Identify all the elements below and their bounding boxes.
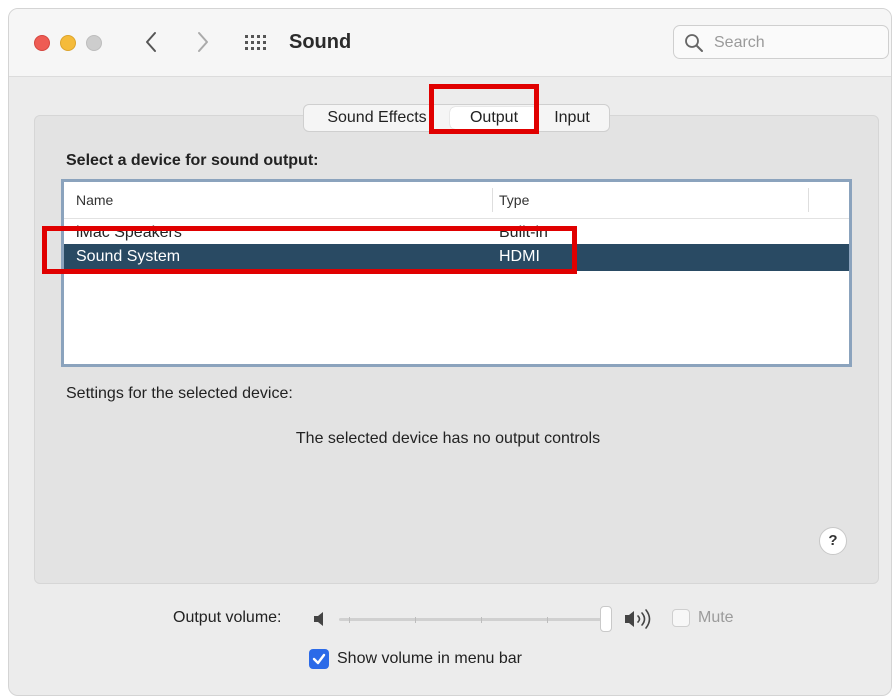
search-icon	[685, 34, 703, 52]
checkmark-icon	[312, 653, 326, 665]
forward-button[interactable]	[189, 27, 217, 57]
tab-sound-effects[interactable]: Sound Effects	[314, 105, 440, 131]
sound-preferences-window: Sound Sound Effects Output Input Select …	[8, 8, 892, 696]
mute-checkbox[interactable]	[672, 609, 690, 627]
close-window-button[interactable]	[34, 35, 50, 51]
table-row[interactable]: iMac Speakers Built-in	[64, 218, 849, 244]
slider-tick	[547, 617, 548, 623]
show-volume-label: Show volume in menu bar	[337, 650, 522, 667]
slider-tick	[349, 617, 350, 623]
minimize-window-button[interactable]	[60, 35, 76, 51]
device-type: HDMI	[499, 248, 540, 265]
slider-tick	[415, 617, 416, 623]
toolbar: Sound	[9, 9, 891, 77]
grid-icon	[245, 35, 266, 50]
settings-label: Settings for the selected device:	[66, 385, 293, 402]
zoom-window-button[interactable]	[86, 35, 102, 51]
window-title: Sound	[289, 31, 352, 53]
output-device-table[interactable]: Name Type iMac Speakers Built-in Sound S…	[61, 179, 852, 367]
column-divider[interactable]	[492, 188, 493, 212]
search-input[interactable]	[712, 32, 886, 54]
device-section-label: Select a device for sound output:	[66, 152, 319, 169]
tab-input[interactable]: Input	[544, 105, 600, 131]
back-button[interactable]	[137, 27, 165, 57]
tab-output[interactable]: Output	[450, 107, 538, 129]
slider-track	[339, 618, 611, 621]
output-volume-slider[interactable]	[339, 606, 619, 632]
column-header-type[interactable]: Type	[499, 192, 529, 208]
mute-label: Mute	[698, 609, 734, 626]
column-divider[interactable]	[808, 188, 809, 212]
chevron-left-icon	[146, 32, 156, 52]
speaker-low-icon	[314, 612, 323, 626]
device-type: Built-in	[499, 224, 548, 241]
table-row-selected[interactable]: Sound System HDMI	[64, 244, 849, 271]
table-header: Name Type	[64, 182, 849, 219]
no-controls-message: The selected device has no output contro…	[295, 430, 601, 447]
show-volume-checkbox[interactable]	[309, 649, 329, 669]
output-volume-label: Output volume:	[173, 609, 282, 626]
show-all-button[interactable]	[243, 29, 271, 57]
help-button[interactable]: ?	[819, 527, 847, 555]
tab-bar: Sound Effects Output Input	[303, 104, 610, 132]
search-field[interactable]	[673, 25, 889, 59]
column-header-name[interactable]: Name	[76, 192, 113, 208]
slider-tick	[481, 617, 482, 623]
speaker-high-icon	[625, 609, 651, 629]
device-name: Sound System	[76, 248, 181, 265]
device-name: iMac Speakers	[76, 224, 182, 241]
slider-thumb[interactable]	[600, 606, 612, 632]
chevron-right-icon	[198, 32, 208, 52]
